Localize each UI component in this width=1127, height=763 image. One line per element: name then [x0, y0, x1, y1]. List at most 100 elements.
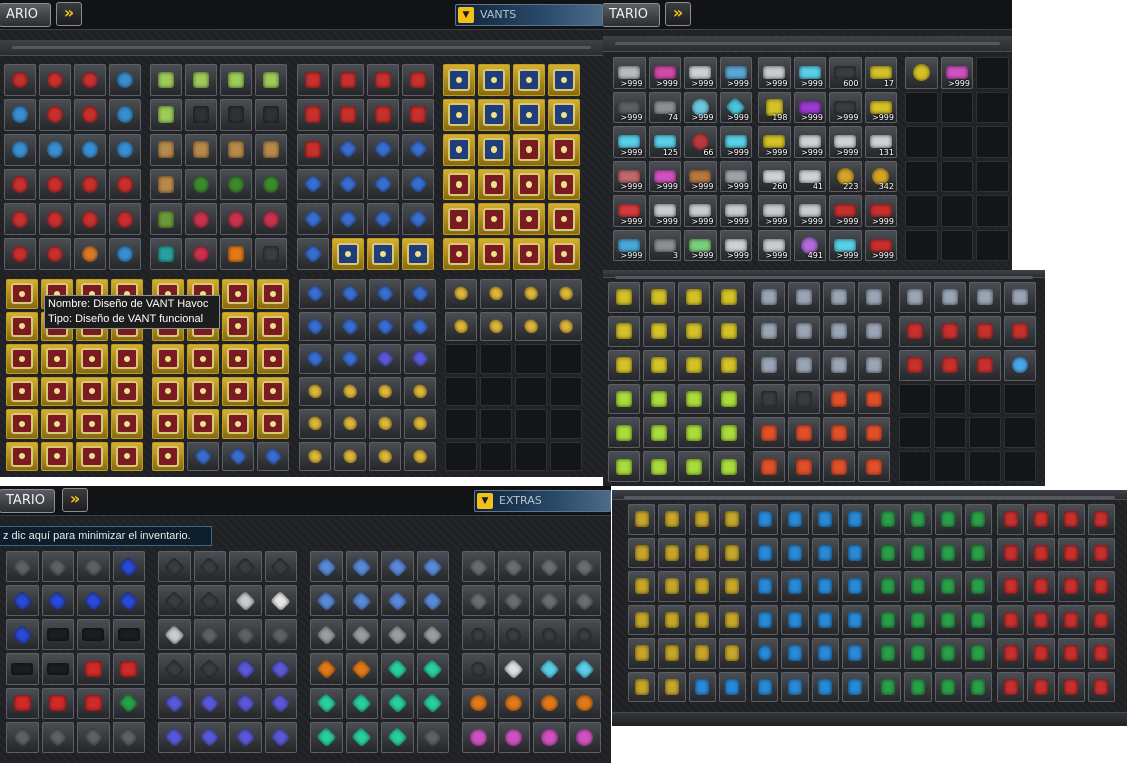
inventory-slot[interactable]: [1057, 638, 1085, 669]
inventory-slot[interactable]: [823, 451, 855, 482]
inventory-slot[interactable]: [185, 203, 217, 236]
inventory-slot[interactable]: [462, 551, 495, 583]
inventory-slot[interactable]: >999: [684, 91, 717, 123]
inventory-slot[interactable]: [1004, 349, 1036, 381]
inventory-slot[interactable]: [899, 349, 931, 381]
inventory-slot[interactable]: [74, 64, 106, 96]
inventory-slot[interactable]: [969, 282, 1001, 313]
inventory-slot[interactable]: [788, 417, 820, 449]
inventory-slot[interactable]: [1087, 571, 1115, 602]
inventory-slot[interactable]: [497, 687, 530, 719]
inventory-slot[interactable]: [781, 604, 809, 635]
inventory-slot[interactable]: [220, 133, 252, 166]
inventory-slot[interactable]: >999: [829, 195, 862, 227]
inventory-slot[interactable]: [781, 571, 809, 602]
inventory-slot[interactable]: >999: [613, 91, 646, 123]
inventory-slot[interactable]: [497, 721, 530, 753]
inventory-slot[interactable]: [220, 238, 252, 270]
inventory-slot[interactable]: [109, 98, 141, 131]
inventory-slot[interactable]: [229, 721, 262, 753]
inventory-slot[interactable]: [781, 671, 809, 702]
inventory-slot[interactable]: >999: [648, 160, 681, 192]
inventory-slot[interactable]: >999: [758, 57, 791, 89]
empty-slot[interactable]: [480, 409, 512, 439]
inventory-slot[interactable]: [688, 638, 716, 669]
inventory-slot[interactable]: 260: [758, 160, 791, 192]
inventory-slot[interactable]: [934, 537, 962, 568]
inventory-slot[interactable]: [185, 168, 217, 201]
inventory-slot[interactable]: [39, 238, 71, 270]
expand-chevron-icon[interactable]: »: [56, 2, 82, 26]
inventory-slot[interactable]: [480, 311, 512, 341]
inventory-slot[interactable]: [112, 653, 145, 685]
empty-slot[interactable]: [905, 126, 938, 158]
inventory-slot[interactable]: [478, 64, 510, 96]
inventory-slot[interactable]: [297, 168, 329, 201]
inventory-slot[interactable]: [874, 671, 902, 702]
inventory-slot[interactable]: [643, 282, 675, 313]
empty-slot[interactable]: [445, 376, 477, 406]
inventory-slot[interactable]: >999: [719, 229, 752, 261]
inventory-slot[interactable]: [381, 721, 414, 753]
inventory-slot[interactable]: [6, 653, 39, 685]
inventory-slot[interactable]: >999: [613, 229, 646, 261]
inventory-slot[interactable]: [904, 571, 932, 602]
inventory-slot[interactable]: >999: [793, 195, 826, 227]
inventory-slot[interactable]: [788, 349, 820, 381]
inventory-slot[interactable]: [39, 203, 71, 236]
inventory-slot[interactable]: [478, 203, 510, 236]
inventory-slot[interactable]: >999: [613, 126, 646, 158]
inventory-slot[interactable]: [6, 344, 38, 374]
inventory-slot[interactable]: [367, 203, 399, 236]
empty-slot[interactable]: [899, 451, 931, 482]
inventory-slot[interactable]: [997, 537, 1025, 568]
inventory-slot[interactable]: [658, 571, 686, 602]
inventory-slot[interactable]: [187, 441, 219, 471]
inventory-slot[interactable]: [497, 585, 530, 617]
inventory-slot[interactable]: [874, 571, 902, 602]
inventory-slot[interactable]: [112, 585, 145, 617]
inventory-slot[interactable]: [997, 671, 1025, 702]
inventory-slot[interactable]: [480, 279, 512, 309]
inventory-slot[interactable]: [445, 279, 477, 309]
inventory-tab[interactable]: TARIO: [0, 489, 55, 513]
inventory-slot[interactable]: [904, 638, 932, 669]
inventory-slot[interactable]: [753, 451, 785, 482]
inventory-slot[interactable]: 131: [864, 126, 897, 158]
inventory-slot[interactable]: [781, 537, 809, 568]
inventory-slot[interactable]: [220, 168, 252, 201]
inventory-slot[interactable]: [402, 203, 434, 236]
inventory-slot[interactable]: [997, 571, 1025, 602]
inventory-slot[interactable]: [713, 315, 745, 347]
inventory-slot[interactable]: [220, 98, 252, 131]
inventory-slot[interactable]: [345, 619, 378, 651]
inventory-slot[interactable]: [462, 721, 495, 753]
inventory-slot[interactable]: [416, 551, 449, 583]
inventory-slot[interactable]: [753, 349, 785, 381]
inventory-slot[interactable]: [193, 619, 226, 651]
inventory-slot[interactable]: >999: [864, 91, 897, 123]
inventory-slot[interactable]: 41: [793, 160, 826, 192]
inventory-slot[interactable]: [874, 604, 902, 635]
inventory-slot[interactable]: [150, 203, 182, 236]
inventory-slot[interactable]: [658, 638, 686, 669]
inventory-slot[interactable]: [111, 409, 143, 439]
inventory-slot[interactable]: [229, 653, 262, 685]
inventory-slot[interactable]: [462, 619, 495, 651]
inventory-slot[interactable]: [608, 282, 640, 313]
inventory-slot[interactable]: [1087, 671, 1115, 702]
inventory-slot[interactable]: [74, 203, 106, 236]
inventory-slot[interactable]: [478, 168, 510, 201]
inventory-slot[interactable]: [478, 133, 510, 166]
inventory-slot[interactable]: [443, 98, 475, 131]
inventory-slot[interactable]: [548, 64, 580, 96]
inventory-slot[interactable]: [874, 537, 902, 568]
inventory-slot[interactable]: [367, 98, 399, 131]
inventory-slot[interactable]: [658, 671, 686, 702]
empty-slot[interactable]: [1004, 451, 1036, 482]
inventory-slot[interactable]: [568, 619, 601, 651]
inventory-slot[interactable]: [548, 168, 580, 201]
inventory-slot[interactable]: [718, 571, 746, 602]
inventory-slot[interactable]: [781, 504, 809, 535]
inventory-slot[interactable]: [1057, 571, 1085, 602]
